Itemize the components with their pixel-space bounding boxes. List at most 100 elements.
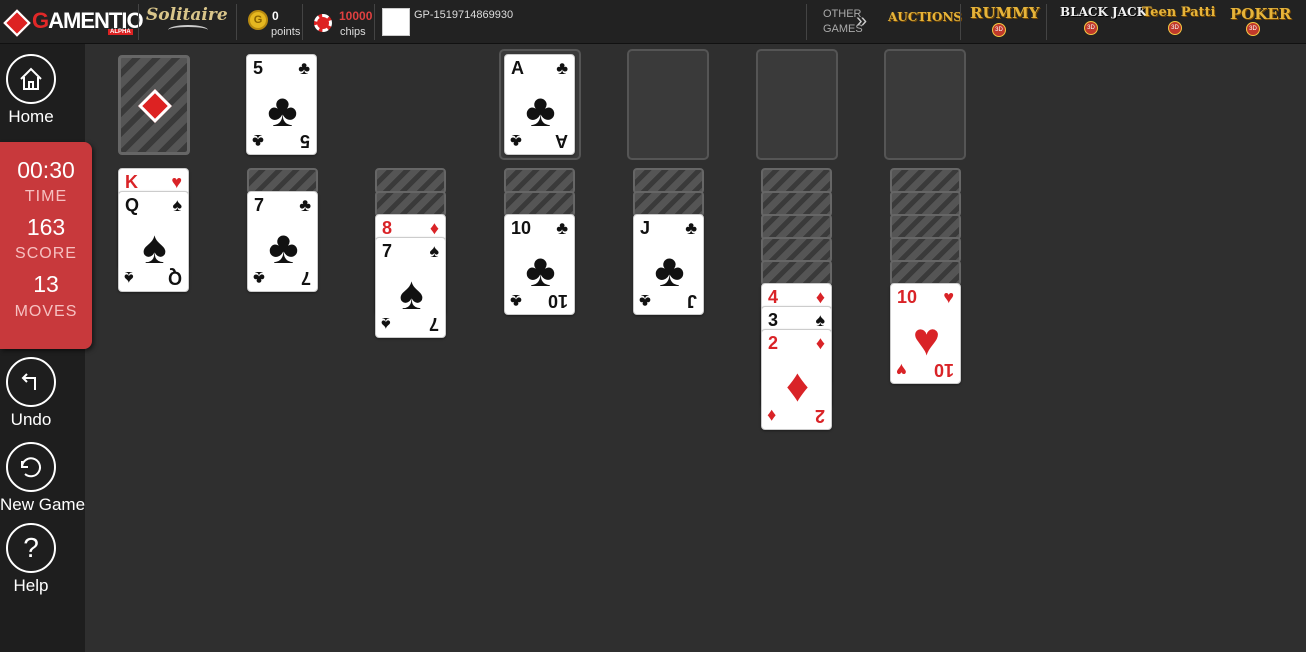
foundation-slot[interactable] (627, 49, 709, 160)
playing-card[interactable]: A ♣ ♣ A ♣ (504, 54, 575, 155)
playing-card[interactable]: 7 ♣ ♣ 7 ♣ (247, 191, 318, 292)
card-suit-icon: ♣ (268, 221, 299, 273)
card-rank: A (511, 58, 524, 78)
card-rank: 2 (814, 406, 825, 426)
refresh-icon (6, 442, 56, 492)
points-coin-icon: G (248, 10, 268, 30)
divider (806, 4, 807, 40)
card-suit-icon: ♦ (815, 333, 825, 353)
card-suit-icon: ♣ (299, 195, 311, 215)
chevron-right-icon[interactable]: » (856, 10, 867, 33)
new-game-label: New Game (0, 495, 86, 514)
card-suit-icon: ♣ (556, 58, 568, 78)
help-button[interactable]: ? Help (0, 523, 80, 596)
time-value: 00:30 (17, 157, 75, 183)
card-rank: J (686, 291, 697, 311)
top-bar: GAMENTIO ALPHA Solitaire G 0 points 1000… (0, 0, 1306, 44)
divider (302, 4, 303, 40)
help-icon: ? (6, 523, 56, 573)
time-label: TIME (24, 188, 68, 205)
card-suit-icon: ♣ (639, 291, 651, 311)
card-suit-icon: ♥ (171, 172, 182, 192)
playing-card[interactable]: 10 ♥ ♥ 10 ♥ (890, 283, 961, 384)
brand-sub: ALPHA (108, 29, 133, 35)
chips-label: chips (340, 26, 366, 38)
playing-card[interactable]: J ♣ ♣ J ♣ (633, 214, 704, 315)
card-suit-icon: ♣ (298, 58, 310, 78)
poker-link[interactable]: POKER (1230, 5, 1291, 23)
card-suit-icon: ♠ (399, 267, 424, 319)
moves-label: MOVES (14, 303, 78, 320)
card-suit-icon: ♦ (767, 406, 777, 426)
divider (138, 4, 139, 40)
card-suit-icon: ♣ (510, 291, 522, 311)
user-id: GP-1519714869930 (414, 9, 514, 21)
card-suit-icon: ♠ (815, 310, 825, 330)
avatar[interactable] (382, 8, 410, 36)
card-rank: 10 (897, 287, 918, 307)
home-label: Home (8, 107, 54, 126)
divider (1046, 4, 1047, 40)
undo-icon (6, 357, 56, 407)
card-suit-icon: ♣ (525, 84, 556, 136)
card-rank: A (555, 131, 568, 151)
playing-card[interactable]: Q ♠ ♠ Q ♠ (118, 191, 189, 292)
home-button[interactable]: Home (0, 54, 80, 127)
logo-chip-icon (3, 9, 31, 37)
blackjack-3d-badge: 3D (1084, 21, 1098, 35)
playing-card[interactable]: 10 ♣ ♣ 10 ♣ (504, 214, 575, 315)
points-label: points (271, 26, 301, 38)
card-suit-icon: ♥ (943, 287, 954, 307)
card-rank: K (125, 172, 138, 192)
divider (236, 4, 237, 40)
card-rank: Q (167, 268, 182, 288)
card-suit-icon: ♠ (142, 221, 167, 273)
new-game-button[interactable]: New Game (0, 442, 86, 515)
playing-card[interactable]: 7 ♠ ♠ 7 ♠ (375, 237, 446, 338)
card-suit-icon: ♣ (252, 131, 264, 151)
card-suit-icon: ♣ (685, 218, 697, 238)
points-value: 0 (272, 9, 279, 23)
stock-pile[interactable] (118, 55, 190, 155)
card-rank: 10 (511, 218, 532, 238)
card-suit-icon: ♥ (912, 313, 941, 365)
card-rank: 5 (253, 58, 264, 78)
rummy-3d-badge: 3D (992, 23, 1006, 37)
card-rank: 10 (933, 360, 954, 380)
card-rank: 8 (382, 218, 393, 238)
card-rank: 3 (768, 310, 779, 330)
undo-label: Undo (10, 410, 52, 429)
playing-card[interactable]: 5 ♣ ♣ 5 ♣ (246, 54, 317, 155)
gamentio-logo[interactable]: GAMENTIO ALPHA (3, 6, 144, 37)
rummy-link[interactable]: RUMMY (970, 4, 1039, 22)
playing-card[interactable]: 2 ♦ ♦ 2 ♦ (761, 329, 832, 430)
foundation-slot[interactable] (884, 49, 966, 160)
poker-3d-badge: 3D (1246, 22, 1260, 36)
undo-button[interactable]: Undo (0, 357, 80, 430)
card-suit-icon: ♦ (429, 218, 439, 238)
card-rank: 10 (547, 291, 568, 311)
card-suit-icon: ♣ (510, 131, 522, 151)
card-suit-icon: ♣ (654, 244, 685, 296)
card-suit-icon: ♣ (525, 244, 556, 296)
chips-value: 10000 (339, 9, 373, 23)
blackjack-link[interactable]: BLACK JACK (1060, 5, 1147, 19)
card-suit-icon: ♠ (172, 195, 182, 215)
card-suit-icon: ♣ (253, 268, 265, 288)
moves-value: 13 (33, 271, 59, 297)
divider (960, 4, 961, 40)
score-value: 163 (26, 214, 66, 240)
chips-icon (314, 14, 332, 32)
help-label: Help (13, 576, 49, 595)
home-icon (6, 54, 56, 104)
teen-patti-3d-badge: 3D (1168, 21, 1182, 35)
card-rank: 5 (299, 131, 310, 151)
card-rank: 7 (254, 195, 265, 215)
teen-patti-link[interactable]: Teen Patti (1142, 5, 1216, 20)
game-title: Solitaire (146, 5, 228, 25)
card-suit-icon: ♠ (124, 268, 134, 288)
card-rank: 2 (768, 333, 779, 353)
foundation-slot[interactable] (756, 49, 838, 160)
card-suit-icon: ♥ (896, 360, 907, 380)
auctions-link[interactable]: AUCTIONS (888, 10, 962, 24)
